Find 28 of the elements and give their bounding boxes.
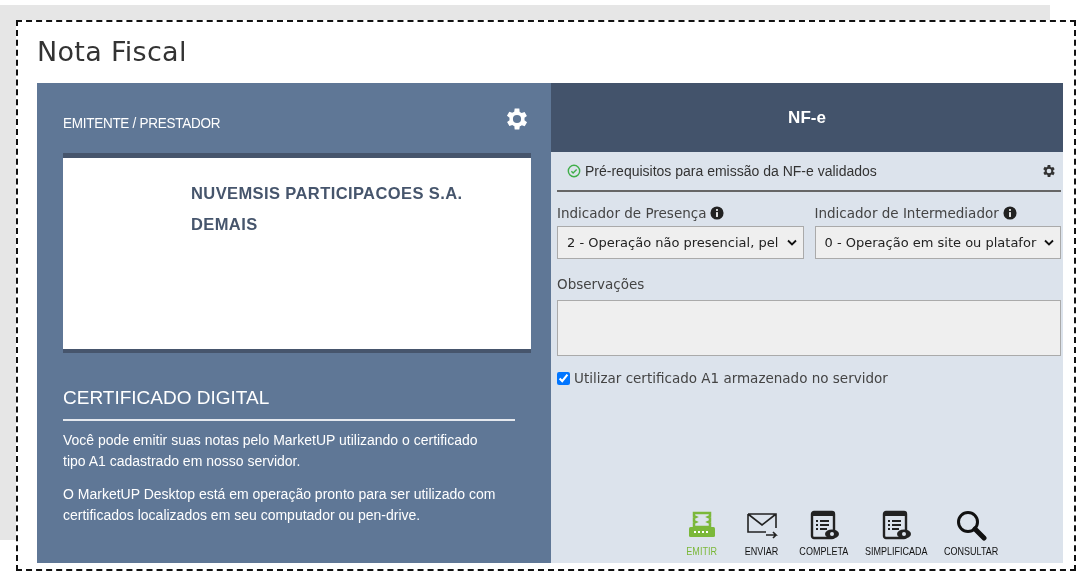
section-heading: EMITENTE / PRESTADOR: [63, 113, 221, 131]
chevron-down-icon: [786, 239, 797, 246]
toolbar-button[interactable]: CONSULTAR: [937, 509, 1005, 557]
dropdown[interactable]: 0 - Operação em site ou platafor: [814, 226, 1061, 259]
field-label: Indicador de Intermediador: [814, 205, 999, 221]
settings-icon[interactable]: [1041, 163, 1057, 179]
tax-regime: DEMAIS: [191, 214, 259, 235]
field-label: Observações: [557, 276, 645, 292]
notes-field[interactable]: [557, 300, 1061, 356]
company-name: NUVEMSIS PARTICIPACOES S.A.: [191, 183, 464, 204]
section-heading: CERTIFICADO DIGITAL: [63, 387, 515, 421]
field-label: Indicador de Presença: [557, 205, 707, 221]
chevron-down-icon: [1044, 239, 1054, 246]
description-text: Você pode emitir suas notas pelo MarketUP utilizando o certificado tipo A1 cadastrado em nosso servidor.: [63, 431, 479, 471]
dropdown[interactable]: 2 - Operação não presencial, pel: [557, 226, 804, 259]
status-message: Pré-requisitos para emissão da NF-e validados: [585, 163, 878, 179]
search-icon: [955, 509, 988, 541]
toolbar-button[interactable]: SIMPLIFICADA: [857, 509, 934, 557]
toolbar-button[interactable]: ENVIAR: [733, 509, 790, 557]
checkbox-label: Utilizar certificado A1 armazenado no servidor: [574, 370, 888, 386]
check-circle-icon: [567, 164, 581, 178]
page-title: Nota Fiscal: [37, 35, 188, 69]
panel-header: NF-e: [551, 83, 1063, 152]
checkbox[interactable]: [557, 371, 570, 385]
description-text: O MarketUP Desktop está em operação pronto para ser utilizado com certificados localizados em seu computador ou pen-drive.: [63, 485, 497, 525]
info-icon[interactable]: [710, 206, 725, 220]
toolbar-button[interactable]: COMPLETA: [793, 509, 854, 557]
info-icon[interactable]: [1002, 206, 1017, 220]
